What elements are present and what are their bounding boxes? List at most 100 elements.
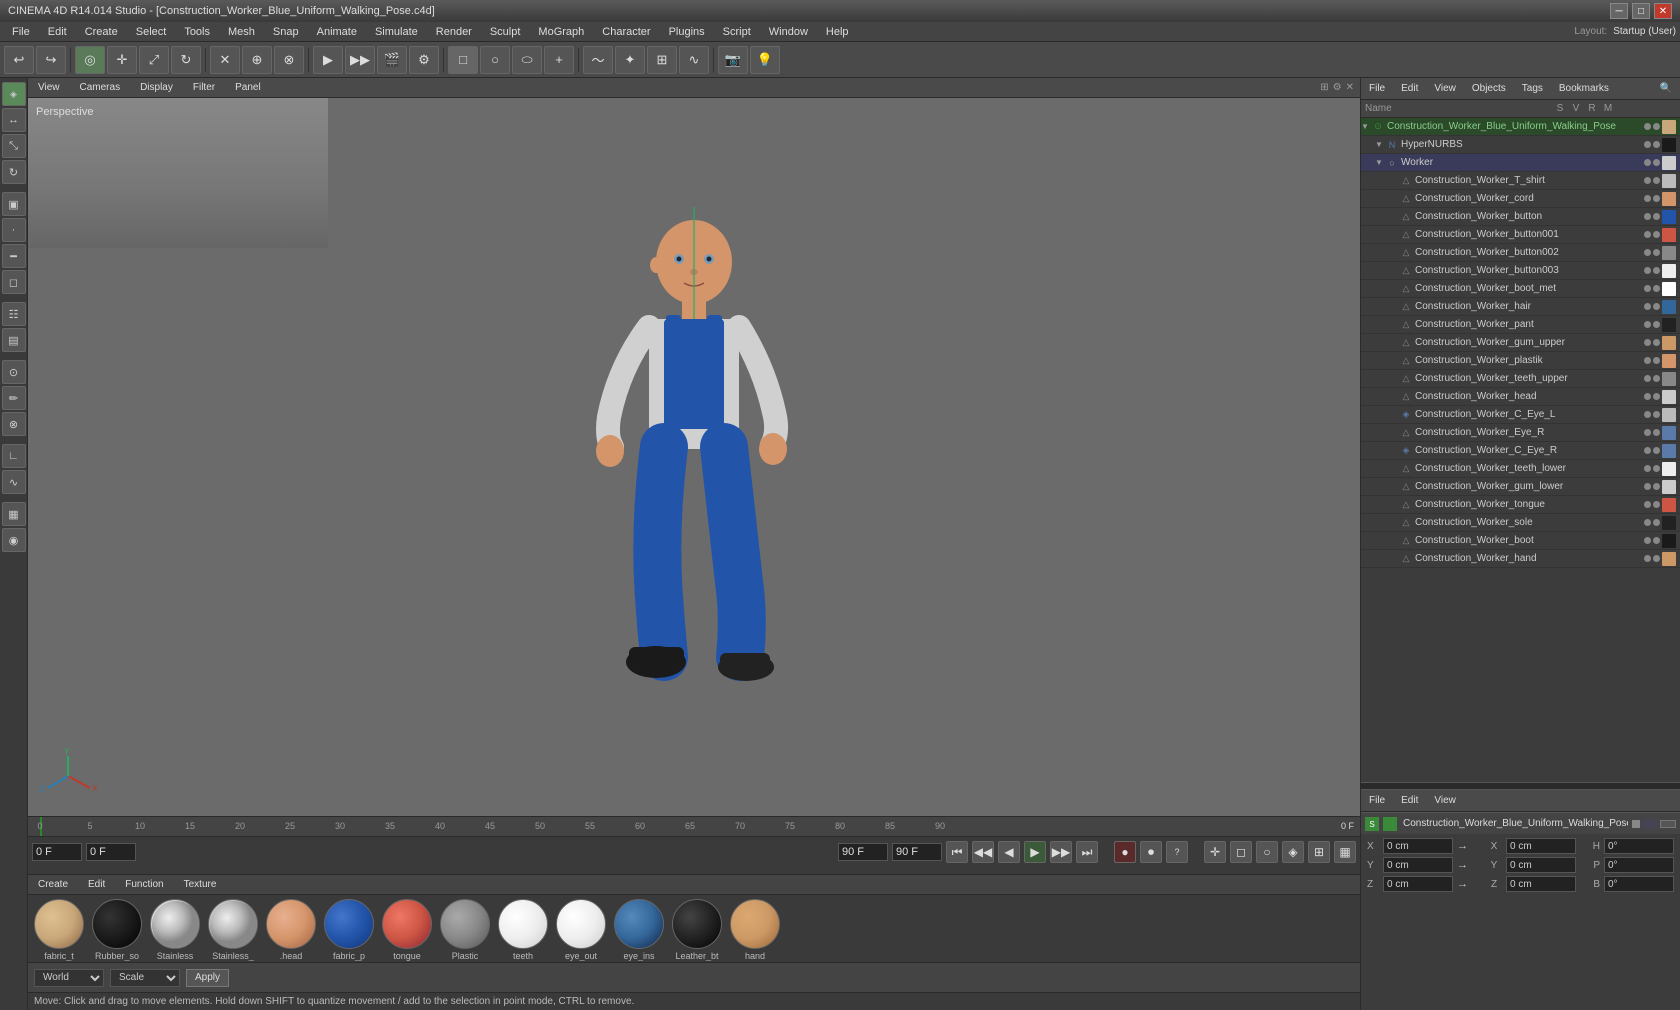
menu-tools[interactable]: Tools (176, 24, 218, 40)
coord-x-right-input[interactable] (1506, 838, 1576, 854)
menu-plugins[interactable]: Plugins (661, 24, 713, 40)
obj-item-pant[interactable]: △ Construction_Worker_pant (1361, 316, 1680, 334)
key-all-button[interactable]: ? (1166, 841, 1188, 863)
menu-help[interactable]: Help (818, 24, 857, 40)
menu-sculpt[interactable]: Sculpt (482, 24, 529, 40)
viewport-icon-2[interactable]: ⚙ (1333, 82, 1342, 93)
obj-item-gum_lower[interactable]: △ Construction_Worker_gum_lower (1361, 478, 1680, 496)
render-button[interactable]: ▶▶ (345, 46, 375, 74)
material-item-rubber_so[interactable]: Rubber_so (90, 899, 144, 961)
object-list[interactable]: ▼ ⊙ Construction_Worker_Blue_Uniform_Wal… (1361, 118, 1680, 782)
generator-button[interactable]: ✦ (615, 46, 645, 74)
attr-menu-view[interactable]: View (1432, 795, 1458, 806)
rotate-tool-button[interactable]: ↻ (171, 46, 201, 74)
play-back-button[interactable]: ◀ (998, 841, 1020, 863)
left-uv-mode[interactable]: ☷ (2, 302, 26, 326)
material-item-hand[interactable]: hand (728, 899, 782, 961)
menu-mograph[interactable]: MoGraph (530, 24, 592, 40)
obj-item-sole[interactable]: △ Construction_Worker_sole (1361, 514, 1680, 532)
coord-p-input[interactable] (1604, 857, 1674, 873)
obj-item-tongue[interactable]: △ Construction_Worker_tongue (1361, 496, 1680, 514)
left-rotate-btn[interactable]: ↻ (2, 160, 26, 184)
motion-cycle[interactable]: ○ (1256, 841, 1278, 863)
menu-animate[interactable]: Animate (309, 24, 365, 40)
material-item-stainless1[interactable]: Stainless (148, 899, 202, 961)
left-texture-btn[interactable]: ▤ (2, 328, 26, 352)
obj-item-button003[interactable]: △ Construction_Worker_button003 (1361, 262, 1680, 280)
motion-ik[interactable]: ◈ (1282, 841, 1304, 863)
menu-script[interactable]: Script (715, 24, 759, 40)
coord-z-right-input[interactable] (1506, 876, 1576, 892)
left-paint-btn[interactable]: ✏ (2, 386, 26, 410)
obj-item-gum_upper[interactable]: △ Construction_Worker_gum_upper (1361, 334, 1680, 352)
viewport-icon-1[interactable]: ⊞ (1320, 82, 1328, 93)
material-item-eye_out[interactable]: eye_out (554, 899, 608, 961)
material-menu-edit[interactable]: Edit (84, 879, 109, 890)
menu-snap[interactable]: Snap (265, 24, 307, 40)
obj-menu-objects[interactable]: Objects (1470, 83, 1508, 94)
menu-create[interactable]: Create (77, 24, 126, 40)
menu-select[interactable]: Select (128, 24, 175, 40)
viewport-icon-3[interactable]: ✕ (1346, 82, 1354, 93)
timeline-ruler[interactable]: 0 5 10 15 20 25 30 35 40 45 50 55 60 65 … (28, 817, 1360, 837)
left-weight-btn[interactable]: ▦ (2, 502, 26, 526)
left-select-btn[interactable]: ◈ (2, 82, 26, 106)
obj-item-button001[interactable]: △ Construction_Worker_button001 (1361, 226, 1680, 244)
render-to-po-button[interactable]: 🎬 (377, 46, 407, 74)
menu-file[interactable]: File (4, 24, 38, 40)
material-menu-function[interactable]: Function (121, 879, 167, 890)
left-poly-mode[interactable]: ◻ (2, 270, 26, 294)
material-item-fabric_p[interactable]: fabric_p (322, 899, 376, 961)
motion-grid[interactable]: ▦ (1334, 841, 1356, 863)
object-mode-button[interactable]: ✕ (210, 46, 240, 74)
obj-item-hair[interactable]: △ Construction_Worker_hair (1361, 298, 1680, 316)
array-button[interactable]: ⊞ (647, 46, 677, 74)
scale-dropdown[interactable]: Scale (110, 969, 180, 987)
coord-y-right-input[interactable] (1506, 857, 1576, 873)
record-button[interactable]: ● (1114, 841, 1136, 863)
expand-arrow-worker[interactable]: ▼ (1375, 158, 1385, 167)
world-dropdown[interactable]: World (34, 969, 104, 987)
viewport-menu-view[interactable]: View (34, 82, 64, 93)
coord-h-input[interactable] (1604, 838, 1674, 854)
material-item-teeth[interactable]: teeth (496, 899, 550, 961)
obj-item-cord[interactable]: △ Construction_Worker_cord (1361, 190, 1680, 208)
panel-separator[interactable] (1361, 782, 1680, 790)
redo-button[interactable]: ↪ (36, 46, 66, 74)
render-settings-button[interactable]: ⚙ (409, 46, 439, 74)
obj-item-eye_r[interactable]: △ Construction_Worker_Eye_R (1361, 424, 1680, 442)
left-snap-btn[interactable]: ⊙ (2, 360, 26, 384)
obj-item-plastik[interactable]: △ Construction_Worker_plastik (1361, 352, 1680, 370)
render-region-button[interactable]: ▶ (313, 46, 343, 74)
attr-menu-file[interactable]: File (1367, 795, 1387, 806)
obj-item-c_eye_r[interactable]: ◈ Construction_Worker_C_Eye_R (1361, 442, 1680, 460)
menu-edit[interactable]: Edit (40, 24, 75, 40)
left-sculpt-btn[interactable]: ∿ (2, 470, 26, 494)
motion-key[interactable]: ◻ (1230, 841, 1252, 863)
left-move-btn[interactable]: ↔ (2, 108, 26, 132)
obj-item-head[interactable]: △ Construction_Worker_head (1361, 388, 1680, 406)
move-tool-button[interactable]: ✛ (107, 46, 137, 74)
motion-crosshair[interactable]: ✛ (1204, 841, 1226, 863)
obj-item-worker[interactable]: ▼ ○ Worker (1361, 154, 1680, 172)
spline-button[interactable]: ∿ (679, 46, 709, 74)
play-button[interactable]: ▶ (1024, 841, 1046, 863)
menu-window[interactable]: Window (761, 24, 816, 40)
menu-mesh[interactable]: Mesh (220, 24, 263, 40)
light-button[interactable]: 💡 (750, 46, 780, 74)
left-brush-btn[interactable]: ◉ (2, 528, 26, 552)
obj-item-root[interactable]: ▼ ⊙ Construction_Worker_Blue_Uniform_Wal… (1361, 118, 1680, 136)
material-item-tongue[interactable]: tongue (380, 899, 434, 961)
go-end-button[interactable]: ⏭ (1076, 841, 1098, 863)
obj-menu-edit[interactable]: Edit (1399, 83, 1420, 94)
material-item-plastic[interactable]: Plastic (438, 899, 492, 961)
viewport-menu-cameras[interactable]: Cameras (76, 82, 125, 93)
expand-arrow-root[interactable]: ▼ (1361, 122, 1371, 131)
poly-mode-button[interactable]: ⊕ (242, 46, 272, 74)
obj-item-c_eye_l[interactable]: ◈ Construction_Worker_C_Eye_L (1361, 406, 1680, 424)
left-point-mode[interactable]: · (2, 218, 26, 242)
coord-x-input[interactable] (1383, 838, 1453, 854)
obj-item-boot_met[interactable]: △ Construction_Worker_boot_met (1361, 280, 1680, 298)
coord-y-input[interactable] (1383, 857, 1453, 873)
left-scale-btn[interactable]: ⤡ (2, 134, 26, 158)
